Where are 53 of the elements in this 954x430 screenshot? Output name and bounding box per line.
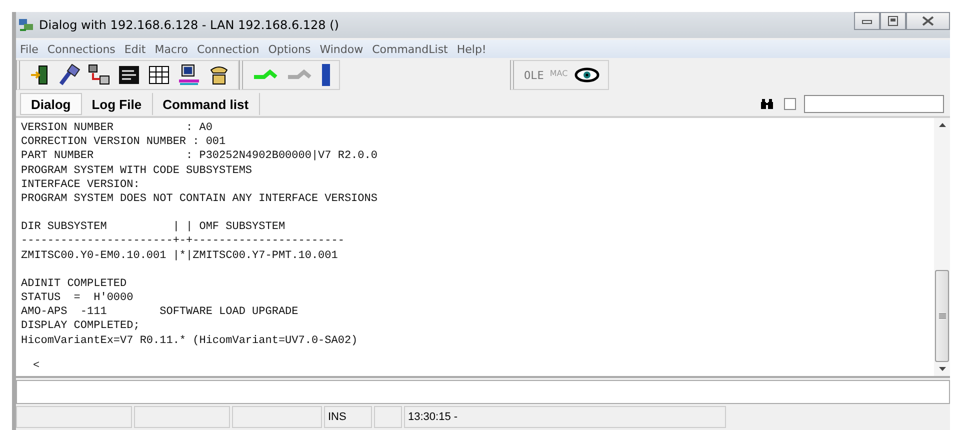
output-line: ADINIT COMPLETED bbox=[21, 276, 128, 292]
output-line: VERSION NUMBER : A0 bbox=[21, 121, 214, 136]
grid-table-icon[interactable] bbox=[148, 64, 170, 86]
telephone-icon[interactable] bbox=[208, 64, 230, 86]
output-line: PROGRAM SYSTEM DOES NOT CONTAIN ANY INTERFACE VERSIONS bbox=[21, 192, 378, 206]
menu-item[interactable]: File bbox=[20, 42, 38, 56]
scroll-down-icon[interactable] bbox=[938, 366, 946, 372]
search-field[interactable] bbox=[804, 95, 944, 113]
vertical-scrollbar[interactable] bbox=[934, 118, 950, 376]
ole-label[interactable]: OLE bbox=[524, 68, 544, 82]
output-line: ZMITSC00.Y0-EM0.10.001 |*|ZMITSC00.Y7-PMT.10.001 bbox=[21, 248, 339, 263]
output-line: PROGRAM SYSTEM WITH CODE SUBSYSTEMS bbox=[21, 164, 254, 178]
command-input[interactable] bbox=[16, 380, 950, 404]
output-line: HicomVariantEx=V7 R0.11.* (HicomVariant=UV7.0-SA02) bbox=[21, 334, 359, 348]
binoculars-icon[interactable] bbox=[760, 98, 774, 110]
status-bar-icon[interactable] bbox=[321, 63, 331, 87]
output-line: DIR SUBSYSTEM | | OMF SUBSYSTEM bbox=[21, 220, 286, 234]
menu-item[interactable]: Window bbox=[320, 42, 364, 56]
door-arrow-icon[interactable] bbox=[30, 64, 50, 86]
window-title: Dialog with 192.168.6.128 - LAN 192.168.6.128 () bbox=[39, 18, 339, 32]
menu-item[interactable]: Connections bbox=[47, 42, 116, 56]
computer-link-icon[interactable] bbox=[88, 64, 110, 86]
terminal-window-icon[interactable] bbox=[118, 64, 140, 86]
status-panel: INS bbox=[324, 406, 372, 428]
output-line: AMO-APS -111 SOFTWARE LOAD UPGRADE bbox=[21, 305, 300, 320]
menu-item[interactable]: Help! bbox=[456, 42, 486, 56]
maximize-icon bbox=[888, 16, 898, 26]
computer-desk-icon[interactable] bbox=[178, 64, 200, 86]
output-line: DISPLAY COMPLETED; bbox=[21, 319, 141, 334]
eye-icon[interactable] bbox=[574, 67, 600, 83]
output-line: CORRECTION VERSION NUMBER : 001 bbox=[21, 135, 227, 150]
menu-item[interactable]: Connection bbox=[197, 42, 260, 56]
scroll-thumb[interactable] bbox=[935, 270, 949, 362]
scroll-up-icon[interactable] bbox=[938, 122, 946, 128]
menu-item[interactable]: Edit bbox=[124, 42, 146, 56]
prompt-line: < bbox=[32, 360, 41, 372]
menu-item[interactable]: Macro bbox=[154, 42, 188, 56]
output-line: INTERFACE VERSION: bbox=[21, 178, 141, 192]
status-panel: 13:30:15 - bbox=[404, 406, 726, 428]
network-plug-icon bbox=[18, 17, 36, 33]
menu-item[interactable]: CommandList bbox=[372, 42, 448, 56]
output-line: STATUS = H'0000 bbox=[21, 291, 134, 306]
minimize-button[interactable] bbox=[854, 12, 880, 30]
tab[interactable]: Dialog bbox=[20, 93, 82, 115]
minimize-icon bbox=[862, 18, 872, 24]
output-line: -----------------------+-+----------------------- bbox=[21, 234, 346, 249]
maximize-button[interactable] bbox=[880, 12, 906, 30]
checkbox[interactable] bbox=[784, 98, 796, 110]
empty-status-panel bbox=[374, 406, 402, 428]
close-icon bbox=[922, 16, 934, 26]
close-button[interactable] bbox=[906, 12, 950, 30]
output-line: PART NUMBER : P30252N4902B00000|V7 R2.0.0 bbox=[21, 149, 378, 164]
menu-item[interactable]: Options bbox=[268, 42, 311, 56]
